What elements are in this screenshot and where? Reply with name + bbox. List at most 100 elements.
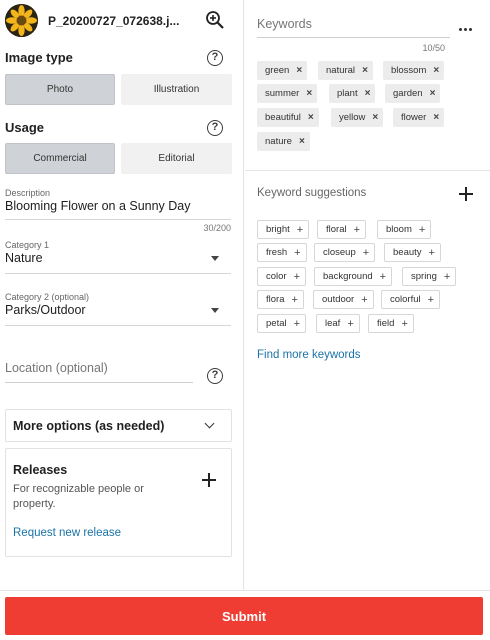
keyword-tag: beautiful × — [257, 108, 319, 127]
keywords-panel: Keywords 10/50 green × natural × blossom × … — [245, 0, 490, 590]
plus-icon: + — [443, 270, 451, 283]
add-all-suggestions-icon[interactable] — [459, 187, 473, 201]
suggestion-chip[interactable]: closeup + — [314, 243, 376, 262]
remove-keyword-icon[interactable]: × — [306, 88, 312, 99]
suggestion-text: leaf — [325, 318, 341, 329]
plus-icon: + — [401, 317, 408, 330]
description-label: Description — [5, 188, 51, 198]
suggestion-chip[interactable]: outdoor + — [313, 290, 374, 309]
suggestion-text: spring — [411, 271, 437, 282]
plus-icon: + — [418, 223, 426, 236]
suggestion-text: flora — [266, 294, 285, 305]
keyword-text: nature — [265, 136, 292, 147]
request-release-link[interactable]: Request new release — [13, 527, 121, 539]
keywords-input-underline — [257, 37, 450, 38]
remove-keyword-icon[interactable]: × — [362, 65, 368, 76]
remove-keyword-icon[interactable]: × — [430, 88, 436, 99]
description-field[interactable]: Description Blooming Flower on a Sunny D… — [5, 188, 231, 220]
keyword-tag: summer × — [257, 84, 318, 103]
usage-editorial-button[interactable]: Editorial — [121, 143, 232, 174]
add-release-icon[interactable] — [202, 473, 216, 487]
suggestion-chip[interactable]: bloom + — [377, 220, 432, 239]
category-2-select[interactable]: Category 2 (optional) Parks/Outdoor — [5, 292, 231, 326]
keywords-counter: 10/50 — [422, 43, 445, 53]
plus-icon: + — [291, 293, 298, 306]
chevron-down-icon — [211, 308, 219, 313]
image-type-help-icon[interactable]: ? — [207, 50, 223, 66]
suggestion-text: colorful — [390, 294, 421, 305]
keyword-text: natural — [326, 65, 356, 76]
suggestion-text: field — [377, 318, 395, 329]
suggestion-chip[interactable]: flora + — [257, 290, 304, 309]
keyword-tag: natural × — [318, 61, 373, 80]
submit-button[interactable]: Submit — [5, 597, 483, 635]
file-name: P_20200727_072638.j... — [48, 14, 180, 28]
usage-label: Usage — [5, 120, 45, 135]
suggestion-text: beauty — [393, 247, 422, 258]
location-input[interactable]: Location (optional) — [5, 361, 193, 383]
keyword-text: blossom — [391, 65, 427, 76]
remove-keyword-icon[interactable]: × — [299, 136, 305, 147]
chevron-down-icon — [211, 256, 219, 261]
remove-keyword-icon[interactable]: × — [296, 65, 302, 76]
remove-keyword-icon[interactable]: × — [365, 88, 371, 99]
plus-icon: + — [379, 270, 387, 283]
category-2-label: Category 2 (optional) — [5, 292, 90, 302]
remove-keyword-icon[interactable]: × — [433, 65, 439, 76]
suggestion-text: floral — [326, 224, 347, 235]
suggestion-chip[interactable]: field + — [368, 314, 414, 333]
suggestion-text: bright — [266, 224, 290, 235]
find-more-keywords-link[interactable]: Find more keywords — [257, 349, 361, 361]
suggestion-chip[interactable]: leaf + — [316, 314, 360, 333]
suggestion-chip[interactable]: floral + — [317, 220, 367, 239]
more-options-label: More options (as needed) — [13, 419, 165, 433]
plus-icon: + — [353, 223, 361, 236]
remove-keyword-icon[interactable]: × — [372, 112, 378, 123]
suggestion-chip[interactable]: bright + — [257, 220, 310, 239]
plus-icon: + — [428, 246, 435, 259]
usage-commercial-button[interactable]: Commercial — [5, 143, 115, 174]
keyword-tag: garden × — [385, 84, 441, 103]
suggestion-text: background — [323, 271, 373, 282]
category-1-value: Nature — [5, 251, 43, 265]
usage-help-icon[interactable]: ? — [207, 120, 223, 136]
releases-card: Releases For recognizable people or prop… — [5, 448, 232, 557]
suggestion-chip[interactable]: beauty + — [384, 243, 441, 262]
location-help-icon[interactable]: ? — [207, 368, 223, 384]
category-1-label: Category 1 — [5, 240, 50, 250]
keyword-tag: plant × — [329, 84, 376, 103]
more-options-toggle[interactable]: More options (as needed) — [5, 409, 232, 442]
suggestion-chip[interactable]: petal + — [257, 314, 307, 333]
keyword-text: yellow — [339, 112, 366, 123]
image-thumbnail[interactable] — [5, 4, 38, 37]
keyword-tag: nature × — [257, 132, 310, 151]
keyword-tag: flower × — [393, 108, 445, 127]
keywords-input[interactable]: Keywords — [257, 17, 312, 31]
description-value[interactable]: Blooming Flower on a Sunny Day — [5, 199, 231, 213]
keyword-tag: blossom × — [383, 61, 445, 80]
keyword-text: plant — [337, 88, 358, 99]
remove-keyword-icon[interactable]: × — [433, 112, 439, 123]
suggestion-chip[interactable]: background + — [314, 267, 393, 286]
suggestion-chip[interactable]: color + — [257, 267, 307, 286]
suggestion-chip[interactable]: spring + — [402, 267, 457, 286]
keyword-text: summer — [265, 88, 300, 99]
file-header: P_20200727_072638.j... — [5, 4, 237, 38]
suggestion-chip[interactable]: colorful + — [381, 290, 441, 309]
image-type-label: Image type — [5, 50, 73, 65]
zoom-icon[interactable] — [205, 10, 225, 30]
category-1-select[interactable]: Category 1 Nature — [5, 240, 231, 274]
keyword-text: green — [265, 65, 290, 76]
plus-icon: + — [296, 223, 304, 236]
remove-keyword-icon[interactable]: × — [308, 112, 314, 123]
releases-title: Releases — [13, 463, 68, 477]
category-2-value: Parks/Outdoor — [5, 303, 86, 317]
image-type-illustration-button[interactable]: Illustration — [121, 74, 232, 105]
suggestion-text: outdoor — [322, 294, 355, 305]
more-actions-icon[interactable] — [459, 28, 472, 31]
divider — [245, 170, 490, 171]
footer-divider — [0, 590, 490, 591]
image-type-photo-button[interactable]: Photo — [5, 74, 115, 105]
suggestion-chip[interactable]: fresh + — [257, 243, 307, 262]
suggestion-text: fresh — [266, 247, 288, 258]
